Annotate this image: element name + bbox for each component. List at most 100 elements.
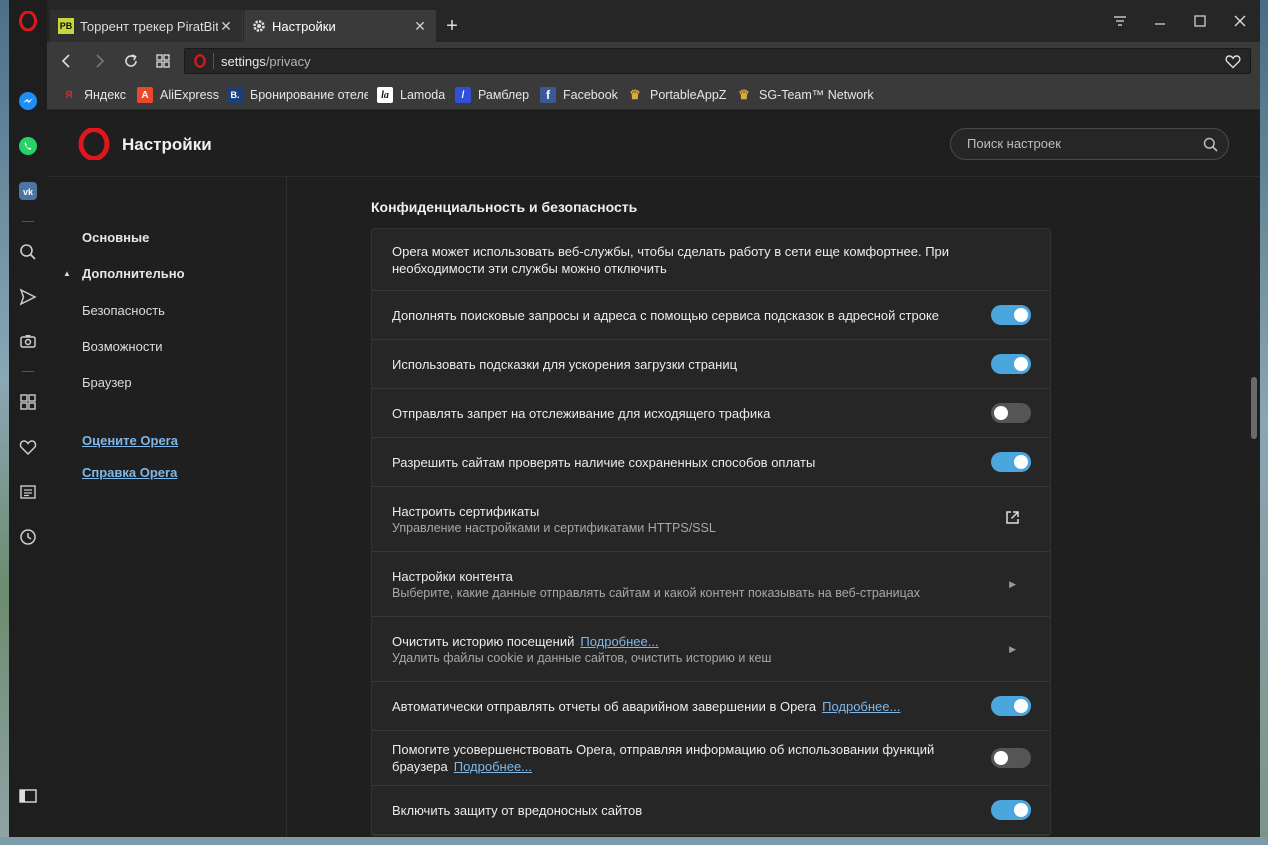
search-icon[interactable] bbox=[1203, 137, 1218, 157]
toggle-crash-reports[interactable] bbox=[991, 696, 1031, 716]
chevron-right-icon: ▶ bbox=[1009, 579, 1016, 589]
content-settings-subtitle: Выберите, какие данные отправлять сайтам… bbox=[392, 586, 920, 600]
history-icon[interactable] bbox=[17, 526, 39, 548]
chevron-right-icon: ▶ bbox=[1009, 644, 1016, 654]
opera-logo-icon bbox=[78, 127, 110, 165]
camera-icon[interactable] bbox=[17, 330, 39, 352]
bookmark-sg-team[interactable]: ♛ SG-Team™ Network bbox=[736, 85, 873, 105]
new-tab-button[interactable]: + bbox=[441, 15, 463, 37]
learn-more-link[interactable]: Подробнее... bbox=[822, 699, 900, 714]
setting-row: Помогите усовершенствовать Opera, отправ… bbox=[372, 731, 1050, 786]
search-icon[interactable] bbox=[17, 241, 39, 263]
setting-row: Дополнять поисковые запросы и адреса с п… bbox=[372, 291, 1050, 340]
search-input[interactable] bbox=[967, 136, 1187, 151]
setting-label: Включить защиту от вредоносных сайтов bbox=[392, 803, 643, 818]
sidebar-separator bbox=[22, 221, 34, 222]
tab-piratbit[interactable]: PB Торрент трекер PiratBit Pi ✕ bbox=[50, 10, 243, 42]
setting-row: Разрешить сайтам проверять наличие сохра… bbox=[372, 438, 1050, 487]
svg-text:vk: vk bbox=[23, 187, 34, 197]
close-tab-icon[interactable]: ✕ bbox=[218, 18, 234, 34]
forward-icon[interactable] bbox=[87, 50, 111, 72]
settings-nav: Основные ▲ Дополнительно Безопасность Во… bbox=[47, 177, 287, 837]
address-bar[interactable]: settings/privacy bbox=[184, 48, 1251, 74]
close-window-icon[interactable] bbox=[1220, 8, 1260, 34]
setting-label: Использовать подсказки для ускорения заг… bbox=[392, 357, 738, 372]
heart-icon[interactable] bbox=[17, 436, 39, 458]
yandex-icon: Я bbox=[65, 89, 73, 101]
setting-label: Помогите усовершенствовать Opera, отправ… bbox=[392, 741, 952, 775]
bookmark-portableappz[interactable]: ♛ PortableAppZ bbox=[627, 85, 726, 105]
nav-advanced[interactable]: Дополнительно bbox=[82, 266, 185, 281]
page-title: Настройки bbox=[122, 135, 212, 154]
news-icon[interactable] bbox=[17, 481, 39, 503]
bookmark-aliexpress[interactable]: A AliExpress bbox=[137, 85, 219, 105]
toggle-knob bbox=[1014, 455, 1028, 469]
certificates-row[interactable]: Настроить сертификаты Управление настрой… bbox=[372, 487, 1050, 552]
reload-icon[interactable] bbox=[119, 50, 143, 72]
privacy-card: Opera может использовать веб-службы, что… bbox=[371, 228, 1051, 836]
nav-help-opera[interactable]: Справка Opera bbox=[82, 465, 177, 480]
bookmark-facebook[interactable]: f Facebook bbox=[540, 85, 618, 105]
bookmark-yandex[interactable]: Я Яндекс bbox=[61, 85, 126, 105]
learn-more-link[interactable]: Подробнее... bbox=[454, 759, 532, 774]
nav-security[interactable]: Безопасность bbox=[82, 303, 165, 318]
speed-dial-grid-icon[interactable] bbox=[151, 50, 175, 72]
toggle-malware-protection[interactable] bbox=[991, 800, 1031, 820]
setting-label: Автоматически отправлять отчеты об авари… bbox=[392, 698, 900, 715]
toggle-search-suggestions[interactable] bbox=[991, 305, 1031, 325]
sidebar-toggle-icon[interactable] bbox=[17, 785, 39, 807]
caret-up-icon[interactable]: ▲ bbox=[63, 269, 71, 278]
rambler-icon: / bbox=[455, 87, 471, 103]
opera-menu-icon[interactable] bbox=[17, 10, 39, 32]
toggle-payment-methods[interactable] bbox=[991, 452, 1031, 472]
tab-settings[interactable]: Настройки ✕ bbox=[244, 10, 436, 42]
send-icon[interactable] bbox=[17, 286, 39, 308]
heart-icon[interactable] bbox=[1225, 54, 1241, 74]
clear-history-row[interactable]: Очистить историю посещений Подробнее... У… bbox=[372, 617, 1050, 682]
bookmark-booking[interactable]: B. Бронирование отеле bbox=[227, 85, 368, 105]
whatsapp-icon[interactable] bbox=[17, 135, 39, 157]
aliexpress-icon: A bbox=[137, 87, 153, 103]
toggle-usage-stats[interactable] bbox=[991, 748, 1031, 768]
intro-text: Opera может использовать веб-службы, что… bbox=[392, 244, 950, 276]
lamoda-icon: la bbox=[377, 87, 393, 103]
tab-menu-icon[interactable] bbox=[1100, 8, 1140, 34]
toggle-page-prediction[interactable] bbox=[991, 354, 1031, 374]
navigation-bar: settings/privacy bbox=[47, 42, 1260, 80]
nav-rate-opera[interactable]: Оцените Opera bbox=[82, 433, 178, 448]
certificates-subtitle: Управление настройками и сертификатами H… bbox=[392, 521, 716, 535]
toggle-knob bbox=[1014, 803, 1028, 817]
vk-icon[interactable]: vk bbox=[17, 180, 39, 202]
scrollbar-thumb[interactable] bbox=[1251, 377, 1257, 439]
facebook-icon: f bbox=[540, 87, 556, 103]
external-link-icon[interactable] bbox=[1005, 510, 1020, 530]
maximize-icon[interactable] bbox=[1180, 8, 1220, 34]
toggle-do-not-track[interactable] bbox=[991, 403, 1031, 423]
bookmark-rambler[interactable]: / Рамблер bbox=[455, 85, 529, 105]
back-icon[interactable] bbox=[55, 50, 79, 72]
toggle-knob bbox=[1014, 308, 1028, 322]
clear-history-title: Очистить историю посещений Подробнее... bbox=[392, 633, 659, 650]
setting-label: Отправлять запрет на отслеживание для ис… bbox=[392, 406, 771, 421]
nav-basic[interactable]: Основные bbox=[82, 230, 149, 245]
minimize-icon[interactable] bbox=[1140, 8, 1180, 34]
setting-label: Разрешить сайтам проверять наличие сохра… bbox=[392, 455, 816, 470]
desktop-background-right bbox=[1260, 0, 1268, 845]
desktop-background-left bbox=[0, 0, 9, 845]
setting-row: Отправлять запрет на отслеживание для ис… bbox=[372, 389, 1050, 438]
nav-features[interactable]: Возможности bbox=[82, 339, 163, 354]
settings-search[interactable] bbox=[950, 128, 1229, 160]
setting-label: Дополнять поисковые запросы и адреса с п… bbox=[392, 308, 940, 323]
opera-sidebar: vk bbox=[9, 0, 47, 837]
setting-row: Включить защиту от вредоносных сайтов bbox=[372, 786, 1050, 835]
content-settings-row[interactable]: Настройки контента Выберите, какие данны… bbox=[372, 552, 1050, 617]
messenger-icon[interactable] bbox=[17, 90, 39, 112]
learn-more-link[interactable]: Подробнее... bbox=[580, 634, 658, 649]
toggle-knob bbox=[994, 751, 1008, 765]
bookmark-lamoda[interactable]: la Lamoda bbox=[377, 85, 445, 105]
close-tab-icon[interactable]: ✕ bbox=[412, 18, 428, 34]
bookmark-label: Яндекс bbox=[84, 88, 127, 102]
speed-dial-icon[interactable] bbox=[17, 391, 39, 413]
nav-browser[interactable]: Браузер bbox=[82, 375, 132, 390]
url-text[interactable]: settings/privacy bbox=[221, 54, 311, 69]
